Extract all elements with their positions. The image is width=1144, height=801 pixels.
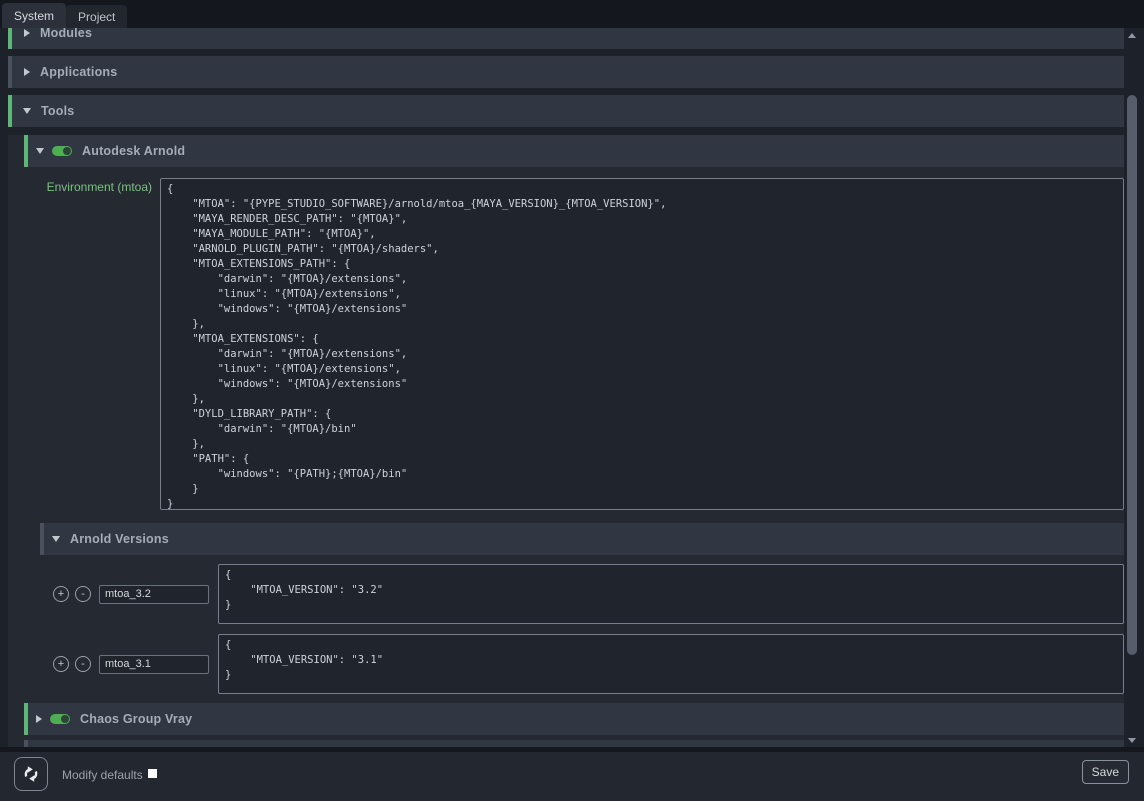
vertical-scrollbar[interactable] [1126,28,1138,747]
arnold-version-row: + - { "MTOA_VERSION": "3.2" } [53,564,1124,624]
scrollbar-thumb[interactable] [1127,95,1137,655]
collapsed-arrow-icon[interactable] [24,68,30,76]
tab-project[interactable]: Project [66,5,127,28]
section-header-chaos-group-vray[interactable]: Chaos Group Vray [24,703,1124,735]
settings-content: Modules Applications Tools Autodesk Arno… [0,28,1144,747]
spacer [0,49,1144,56]
settings-tab-bar: System Project [0,0,1144,28]
environment-label: Environment (mtoa) [8,178,152,510]
section-label-modules: Modules [40,28,92,40]
modify-defaults-label: Modify defaults [62,768,143,782]
tab-system-label: System [14,9,54,23]
section-label-chaos-group-vray: Chaos Group Vray [80,712,192,726]
scroll-down-button[interactable] [1126,733,1138,747]
spacer [0,88,1144,95]
tab-system[interactable]: System [2,3,66,28]
section-label-autodesk-arnold: Autodesk Arnold [82,144,185,158]
spacer [0,127,1144,135]
version-name-input[interactable] [99,585,209,604]
tools-section-body: Autodesk Arnold Environment (mtoa) { "MT… [8,135,1124,747]
version-json-editor[interactable]: { "MTOA_VERSION": "3.1" } [218,634,1124,694]
arnold-version-row: + - { "MTOA_VERSION": "3.1" } [53,634,1124,694]
tab-project-label: Project [78,10,115,24]
collapsed-arrow-icon[interactable] [24,29,30,37]
version-json-editor[interactable]: { "MTOA_VERSION": "3.2" } [218,564,1124,624]
refresh-button[interactable] [14,757,48,791]
vray-enabled-toggle-icon[interactable] [50,714,70,724]
section-label-applications: Applications [40,65,117,79]
remove-version-button[interactable]: - [75,656,91,672]
save-button[interactable]: Save [1082,760,1129,784]
add-version-button[interactable]: + [53,656,69,672]
scroll-up-button[interactable] [1126,28,1138,42]
version-name-input[interactable] [99,655,209,674]
expanded-arrow-icon[interactable] [52,536,60,542]
section-header-modules[interactable]: Modules [8,28,1124,49]
section-header-applications[interactable]: Applications [8,56,1124,88]
toggle-knob [63,147,71,155]
toggle-knob [61,715,69,723]
section-label-arnold-versions: Arnold Versions [70,532,169,546]
expanded-arrow-icon[interactable] [23,108,31,114]
collapsed-arrow-icon[interactable] [36,715,42,723]
expanded-arrow-icon[interactable] [36,148,44,154]
section-header-autodesk-arnold[interactable]: Autodesk Arnold [24,135,1124,167]
settings-scroll-area: Modules Applications Tools Autodesk Arno… [0,28,1144,747]
add-version-button[interactable]: + [53,586,69,602]
modify-defaults-checkbox[interactable] [148,769,157,778]
section-label-tools: Tools [41,104,74,118]
remove-version-button[interactable]: - [75,586,91,602]
environment-row: Environment (mtoa) { "MTOA": "{PYPE_STUD… [8,178,1124,510]
section-header-partial[interactable] [24,740,1124,747]
environment-json-editor[interactable]: { "MTOA": "{PYPE_STUDIO_SOFTWARE}/arnold… [160,178,1124,510]
refresh-icon [22,765,40,783]
section-header-arnold-versions[interactable]: Arnold Versions [40,523,1124,555]
arrow-up-icon [1128,33,1136,38]
footer-bar: Modify defaults Save [0,752,1144,801]
section-header-tools[interactable]: Tools [8,95,1124,127]
arnold-enabled-toggle-icon[interactable] [52,146,72,156]
arrow-down-icon [1128,738,1136,743]
